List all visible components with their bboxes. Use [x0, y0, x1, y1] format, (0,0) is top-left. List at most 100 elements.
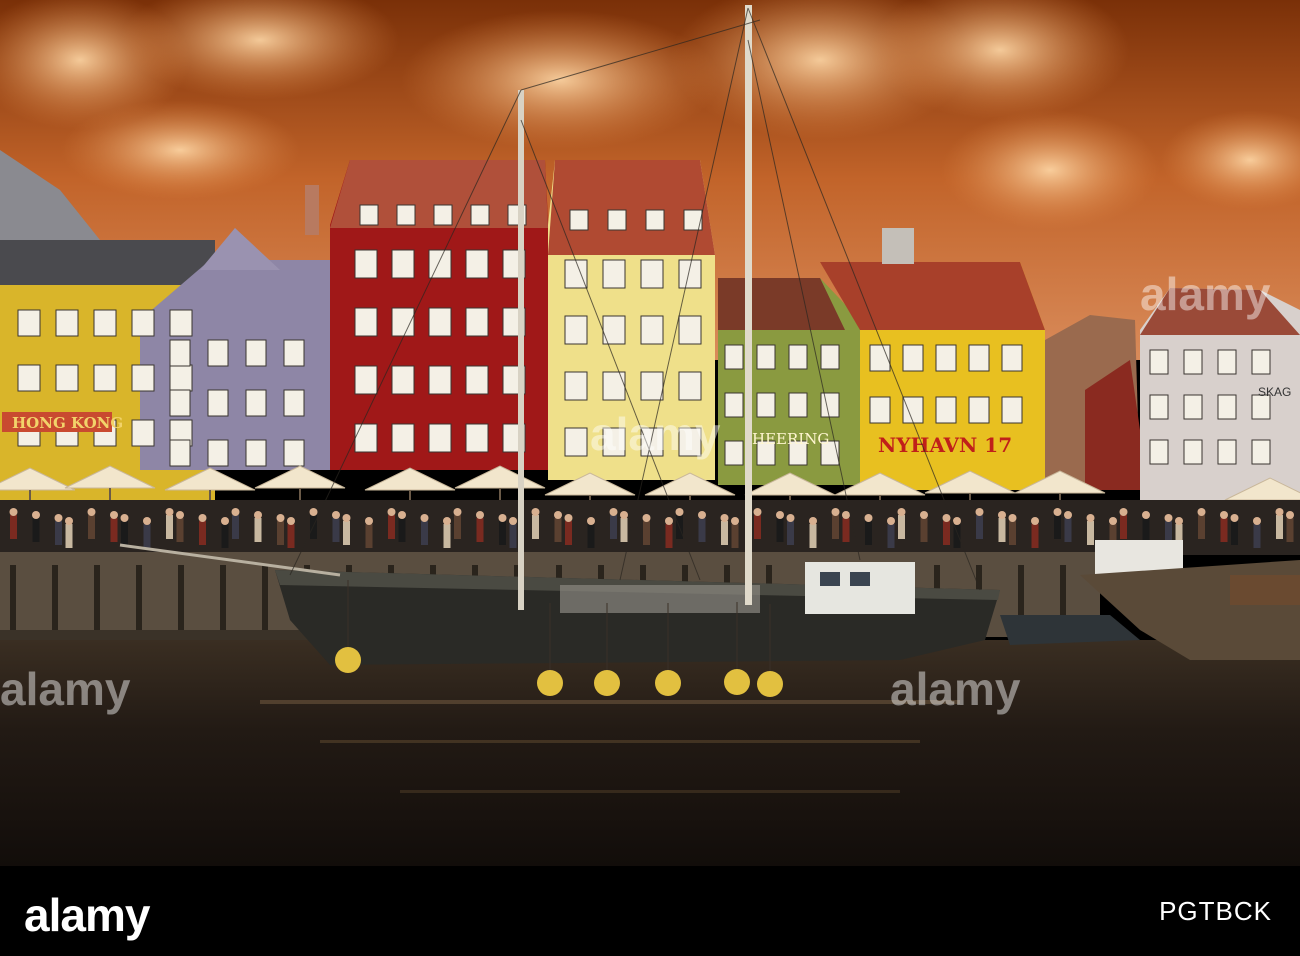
person — [10, 515, 17, 539]
harbor-water — [0, 640, 1300, 866]
person — [310, 515, 317, 539]
window — [17, 309, 41, 337]
person-head — [942, 514, 951, 522]
person-head — [609, 508, 618, 516]
window — [678, 371, 702, 401]
mast-main — [745, 5, 752, 605]
person-head — [32, 511, 40, 519]
person — [976, 515, 983, 539]
photo-frame: HONG KONG HEERING NYHAVN 17 SKAG alamy a… — [0, 0, 1300, 956]
window — [820, 344, 840, 370]
person-head — [809, 517, 817, 525]
person-head — [509, 517, 517, 525]
window — [1217, 439, 1237, 465]
person — [1054, 515, 1061, 539]
person — [809, 524, 817, 548]
window — [93, 364, 117, 392]
window — [55, 309, 79, 337]
window — [465, 423, 489, 453]
window — [564, 427, 588, 457]
window — [245, 439, 267, 467]
person-head — [753, 508, 762, 516]
person — [55, 521, 62, 545]
person-head — [1086, 514, 1095, 522]
window — [1251, 439, 1271, 465]
person — [277, 521, 284, 545]
person-head — [198, 514, 207, 522]
person — [232, 515, 239, 539]
person-head — [1119, 508, 1128, 516]
person-head — [887, 517, 895, 525]
person-head — [998, 511, 1006, 519]
window — [640, 371, 664, 401]
window — [1183, 439, 1203, 465]
person — [509, 524, 517, 548]
person — [365, 524, 373, 548]
person — [1120, 515, 1127, 539]
person — [254, 518, 262, 542]
person-head — [975, 508, 984, 516]
window — [354, 423, 378, 453]
person — [1031, 524, 1039, 548]
person — [476, 518, 484, 542]
person-head — [9, 508, 18, 516]
person — [88, 515, 95, 539]
person-head — [620, 511, 628, 519]
watermark-4: alamy — [890, 663, 1021, 715]
window — [645, 209, 665, 231]
person — [731, 524, 739, 548]
person — [665, 524, 673, 548]
window — [245, 339, 267, 367]
window — [131, 419, 155, 447]
person — [110, 518, 118, 542]
window — [465, 249, 489, 279]
person — [32, 518, 40, 542]
window — [207, 439, 229, 467]
window — [1149, 394, 1169, 420]
person — [898, 515, 905, 539]
person-head — [1064, 511, 1072, 519]
window — [1183, 349, 1203, 375]
person — [1253, 524, 1261, 548]
person — [865, 521, 872, 545]
window — [283, 439, 305, 467]
person-head — [231, 508, 240, 516]
stock-footer-bar: alamy PGTBCK — [0, 866, 1300, 956]
window — [788, 392, 808, 418]
sign-hong-kong: HONG KONG — [12, 414, 123, 432]
window — [169, 389, 191, 417]
person — [587, 524, 595, 548]
person — [1276, 515, 1283, 539]
person — [610, 515, 617, 539]
window — [788, 344, 808, 370]
person — [554, 518, 562, 542]
person-head — [698, 511, 706, 519]
person-head — [897, 508, 906, 516]
window — [569, 209, 589, 231]
person-head — [1197, 508, 1206, 516]
window — [465, 307, 489, 337]
person-head — [287, 517, 295, 525]
window — [245, 389, 267, 417]
person-head — [1286, 511, 1294, 519]
person — [166, 515, 173, 539]
person-head — [476, 511, 484, 519]
person-head — [1220, 511, 1228, 519]
person-head — [143, 517, 151, 525]
person-head — [1142, 511, 1150, 519]
person — [532, 515, 539, 539]
window — [359, 204, 379, 226]
person — [1286, 518, 1294, 542]
person-head — [365, 517, 373, 525]
person — [499, 521, 506, 545]
window — [640, 315, 664, 345]
person-head — [87, 508, 96, 516]
person-head — [254, 511, 262, 519]
person-head — [1031, 517, 1039, 525]
person-head — [1230, 514, 1239, 522]
buoy — [335, 647, 361, 673]
window — [428, 249, 452, 279]
mast-fore — [518, 90, 524, 610]
buoy — [655, 670, 681, 696]
window — [820, 392, 840, 418]
